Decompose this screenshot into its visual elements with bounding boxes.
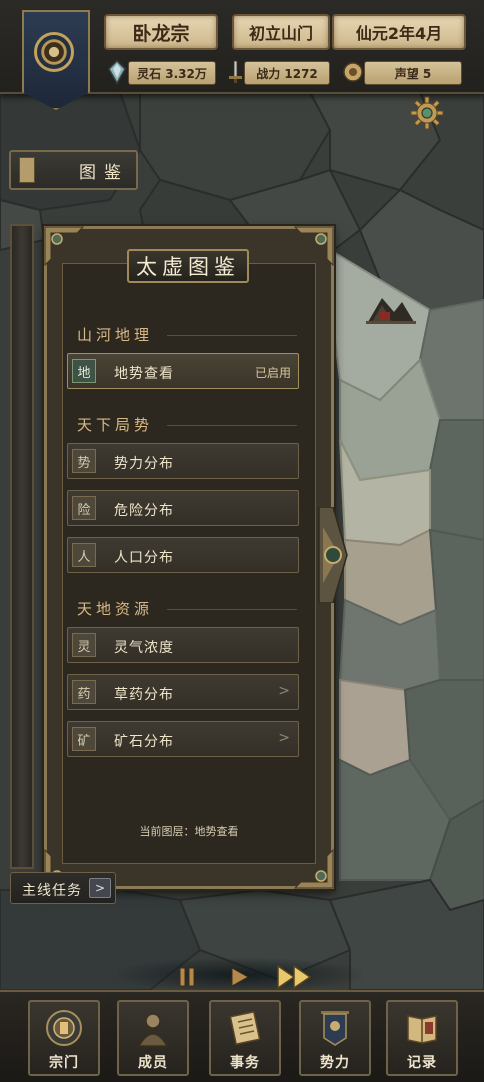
item-badge: 势	[72, 449, 96, 473]
settings-gear-icon[interactable]	[410, 96, 444, 130]
item-label: 人口分布	[114, 550, 174, 566]
corner-ornament	[293, 226, 334, 267]
section-title: 天下局势	[77, 416, 154, 434]
sect-banner[interactable]	[22, 10, 90, 110]
layer-item-danger[interactable]: 险 危险分布	[67, 490, 299, 526]
nav-affairs[interactable]: 事务	[209, 1000, 281, 1076]
sect-icon	[46, 1010, 82, 1046]
section-title: 天地资源	[77, 600, 154, 618]
map-region[interactable]	[429, 419, 484, 542]
nav-sect[interactable]: 宗门	[28, 1000, 100, 1076]
sword-icon	[229, 60, 242, 83]
item-badge: 灵	[72, 633, 96, 657]
scroll-icon	[229, 1010, 261, 1046]
nav-factions[interactable]: 势力	[299, 1000, 371, 1076]
item-label: 矿石分布	[114, 734, 174, 750]
nav-records[interactable]: 记录	[386, 1000, 458, 1076]
bottom-navigation: 宗门 成员 事务 势力 记录	[0, 990, 484, 1082]
nav-label: 宗门	[49, 1055, 79, 1071]
section-divider	[167, 425, 297, 426]
panel-collapse-handle[interactable]	[313, 507, 351, 603]
main-quest-label: 主线任务	[22, 883, 82, 899]
map-region[interactable]	[339, 678, 412, 777]
chevron-right-icon: >	[278, 683, 290, 699]
item-badge: 地	[72, 359, 96, 383]
chevron-right-icon: >	[278, 730, 290, 746]
atlas-book-icon	[19, 157, 35, 183]
sect-stage[interactable]: 初立山门	[232, 14, 330, 50]
atlas-toggle-button[interactable]: 图鉴	[9, 150, 138, 190]
nav-label: 成员	[138, 1055, 168, 1071]
nav-members[interactable]: 成员	[117, 1000, 189, 1076]
layer-item-herbs[interactable]: 药 草药分布 >	[67, 674, 299, 710]
panel-title: 太虚图鉴	[127, 249, 249, 283]
spirit-stones-stat: 灵石 3.32万	[128, 61, 216, 85]
spirit-stone-icon	[108, 60, 126, 84]
layer-item-factions[interactable]: 势 势力分布	[67, 443, 299, 479]
nav-label: 记录	[407, 1055, 437, 1071]
nav-label: 势力	[320, 1055, 350, 1071]
current-layer-text: 当前图层：地势查看	[139, 825, 239, 838]
section-divider	[167, 609, 297, 610]
faction-banner-icon	[321, 1011, 349, 1046]
item-label: 地势查看	[114, 366, 174, 382]
corner-ornament	[44, 226, 85, 267]
item-label: 灵气浓度	[114, 640, 174, 656]
game-date[interactable]: 仙元2年4月	[332, 14, 466, 50]
sect-emblem-icon	[34, 32, 74, 72]
reputation-stat: 声望 5	[364, 61, 462, 85]
atlas-tab-label: 图鉴	[79, 162, 129, 183]
section-title: 山河地理	[77, 326, 154, 344]
item-badge: 药	[72, 680, 96, 704]
panel-side-rail	[10, 224, 34, 869]
item-badge: 险	[72, 496, 96, 520]
corner-ornament	[293, 848, 334, 889]
sect-name[interactable]: 卧龙宗	[104, 14, 218, 50]
main-quest-button[interactable]: 主线任务 >	[10, 872, 116, 904]
layer-item-spirit-energy[interactable]: 灵 灵气浓度	[67, 627, 299, 663]
atlas-panel: 太虚图鉴 山河地理 地 地势查看 已启用 天下局势 势 势力分布 险 危险分布 …	[44, 226, 334, 889]
power-stat: 战力 1272	[244, 61, 330, 85]
member-icon	[137, 1013, 169, 1047]
item-label: 草药分布	[114, 687, 174, 703]
play-icon[interactable]	[230, 966, 250, 988]
item-label: 危险分布	[114, 503, 174, 519]
item-status: 已启用	[254, 366, 291, 380]
nav-label: 事务	[230, 1055, 260, 1071]
layer-item-terrain[interactable]: 地 地势查看 已启用	[67, 353, 299, 389]
section-divider	[167, 335, 297, 336]
item-label: 势力分布	[114, 456, 174, 472]
reputation-icon	[343, 62, 363, 82]
book-icon	[407, 1015, 437, 1044]
pause-icon[interactable]	[178, 966, 196, 988]
chevron-right-icon: >	[89, 878, 111, 898]
layer-item-population[interactable]: 人 人口分布	[67, 537, 299, 573]
item-badge: 矿	[72, 727, 96, 751]
layer-item-ores[interactable]: 矿 矿石分布 >	[67, 721, 299, 757]
item-badge: 人	[72, 543, 96, 567]
